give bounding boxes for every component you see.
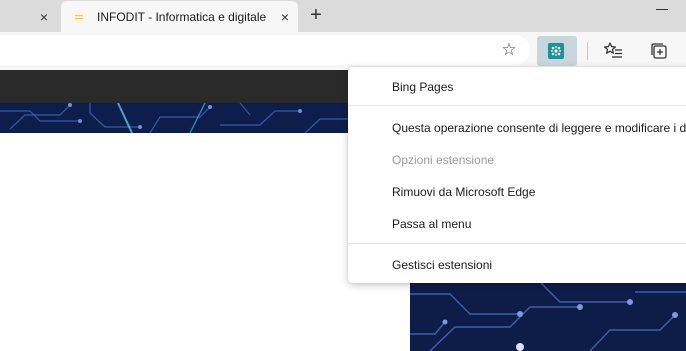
tab-title: INFODIT - Informatica e digitale [97,10,267,24]
title-bar: × INFODIT - Informatica e digitale × + [0,0,686,34]
menu-item-manage-extensions[interactable]: Gestisci estensioni [392,258,492,272]
circuit-banner-image-lower [410,282,686,351]
site-favicon-icon [72,11,86,23]
circuit-banner-image [0,103,350,133]
active-tab[interactable]: INFODIT - Informatica e digitale × [61,1,298,34]
tab-close-icon[interactable]: × [277,9,293,25]
browser-toolbar: ☆ [0,32,686,70]
extension-icon [548,43,564,59]
menu-item-move-to-menu[interactable]: Passa al menu [392,217,471,231]
address-bar[interactable] [0,35,530,65]
inactive-tab-close-icon[interactable]: × [36,9,52,25]
menu-item-extension-options: Opzioni estensione [392,153,495,167]
extension-context-menu: Bing Pages Questa operazione consente di… [348,67,686,283]
star-icon[interactable]: ☆ [500,41,518,59]
toolbar-divider [587,42,588,60]
new-tab-button[interactable]: + [305,4,327,26]
menu-extension-name[interactable]: Bing Pages [392,80,453,94]
menu-separator [348,105,686,106]
menu-item-site-access[interactable]: Questa operazione consente di leggere e … [392,121,686,135]
favorites-icon[interactable] [604,41,624,61]
minimize-button[interactable] [656,9,668,10]
menu-separator [348,243,686,244]
collections-icon[interactable] [649,41,669,61]
menu-item-remove-extension[interactable]: Rimuovi da Microsoft Edge [392,185,535,199]
extension-button[interactable] [537,36,577,66]
